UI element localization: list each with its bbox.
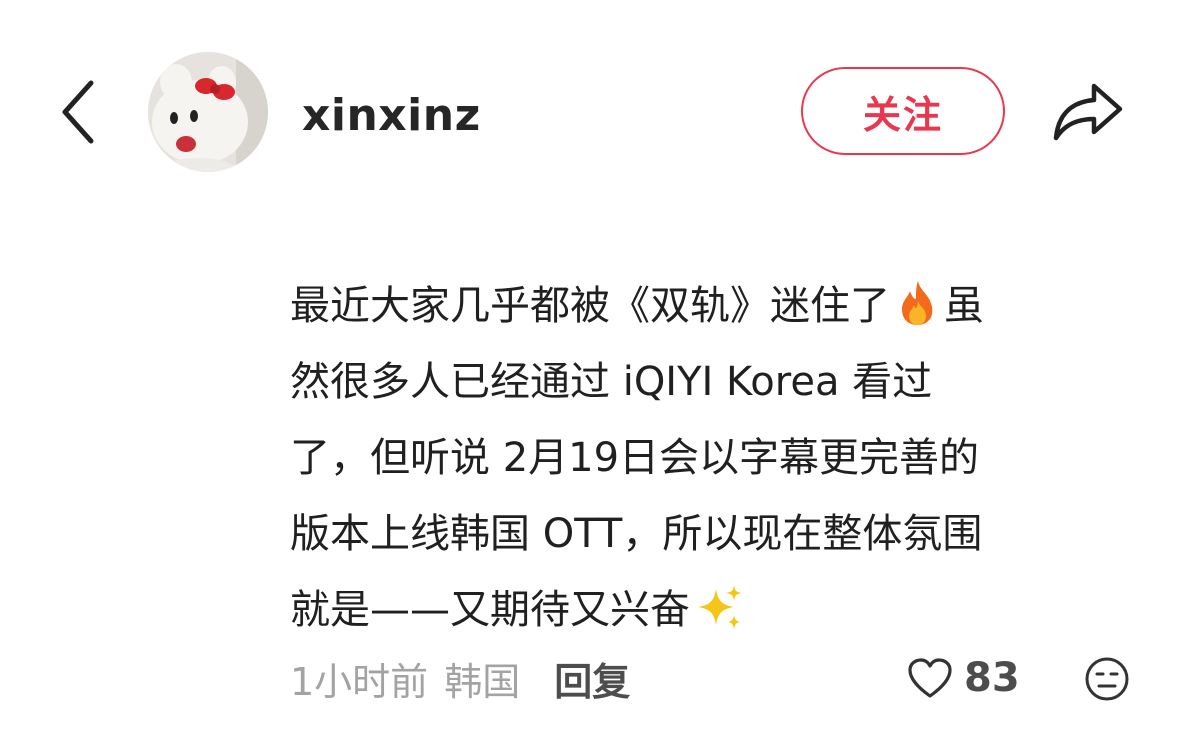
like-button[interactable]: 83 xyxy=(906,650,1020,706)
meh-face-icon xyxy=(1085,657,1129,701)
comment-line-2: 然很多人已经通过 iQIYI Korea 看过 xyxy=(290,359,933,405)
follow-button[interactable]: 关注 xyxy=(801,67,1005,155)
comment-meta: 1小时前 韩国 回复 xyxy=(290,650,630,706)
comment-time: 1小时前 xyxy=(290,659,429,704)
sparkles-emoji xyxy=(698,585,742,629)
avatar[interactable] xyxy=(148,52,268,172)
chevron-left-icon xyxy=(62,80,94,144)
comment-text: 最近大家几乎都被《双轨》迷住了 虽 然很多人已经通过 iQIYI Korea 看… xyxy=(290,268,1120,648)
avatar-image xyxy=(148,52,268,172)
back-button[interactable] xyxy=(48,72,108,152)
comment-line-1: 最近大家几乎都被《双轨》迷住了 虽 xyxy=(290,268,1120,344)
fire-emoji xyxy=(902,281,933,325)
reply-button[interactable]: 回复 xyxy=(554,651,630,706)
username[interactable]: xinxinz xyxy=(302,88,481,144)
dislike-button[interactable] xyxy=(1084,656,1130,702)
like-count: 83 xyxy=(964,655,1020,701)
share-button[interactable] xyxy=(1046,72,1130,152)
comment-line-1-text: 最近大家几乎都被《双轨》迷住了 xyxy=(290,283,890,329)
comment-line-4: 版本上线韩国 OTT，所以现在整体氛围 xyxy=(290,511,983,557)
comment-line-5: 就是——又期待又兴奋 xyxy=(290,572,1120,648)
heart-outline-icon xyxy=(908,658,952,698)
share-arrow-icon xyxy=(1053,83,1123,141)
comment-location: 韩国 xyxy=(444,659,521,704)
comment-line-3: 了，但听说 2月19日会以字幕更完善的 xyxy=(290,435,980,481)
comment-line-5-text: 就是——又期待又兴奋 xyxy=(290,587,690,633)
comment-line-1-tail: 虽 xyxy=(944,283,984,329)
